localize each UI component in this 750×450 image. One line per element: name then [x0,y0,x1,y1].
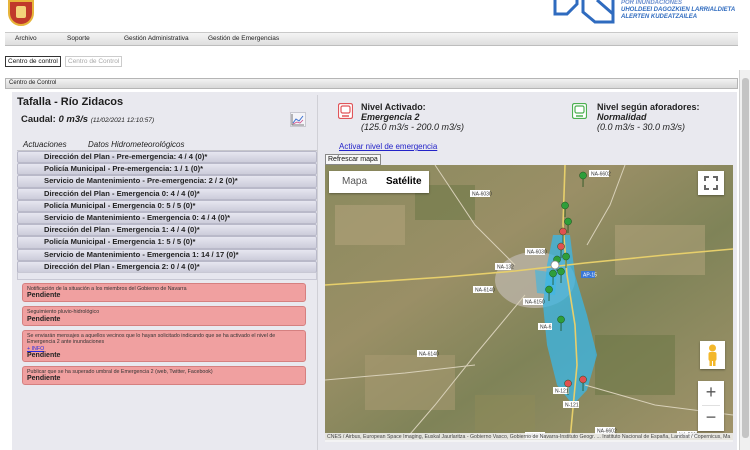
activar-nivel-link[interactable]: Activar nivel de emergencia [339,142,437,151]
zoom-out-button[interactable]: − [698,406,724,430]
nivel-aforadores-value: Normalidad [597,112,647,122]
nivel-activado-range: (125.0 m3/s - 200.0 m3/s) [361,122,465,132]
detail-tabs: Actuaciones Datos Hidrometeorológicos [17,137,317,151]
line-chart-icon[interactable] [290,112,306,127]
fullscreen-icon [704,176,718,190]
tab-actuaciones[interactable]: Actuaciones [23,140,67,149]
normal-level-icon [572,103,587,119]
street-view-pegman[interactable] [700,341,725,369]
list-item[interactable]: Policía Municipal - Emergencia 0: 5 / 5 … [17,199,317,212]
list-item[interactable]: Dirección del Plan - Emergencia 0: 4 / 4… [17,187,317,200]
menu-gestion-administrativa[interactable]: Gestión Administrativa [124,35,189,42]
nivel-activado-label: Nivel Activado: [361,102,426,112]
list-item[interactable]: Servicio de Mantenimiento - Pre-emergenc… [17,175,317,188]
list-item[interactable]: Dirección del Plan - Pre-emergencia: 4 /… [17,151,317,164]
list-item[interactable]: Dirección del Plan - Emergencia 1: 4 / 4… [17,224,317,237]
zoom-in-button[interactable]: + [698,381,724,405]
map-tab-satelite[interactable]: Satélite [386,176,422,187]
task-status: Pendiente [27,375,61,383]
flood-agency-logo [553,0,615,24]
task-card[interactable]: Seguimiento pluvio-hidrológico Pendiente [22,306,306,326]
svg-text:N-121: N-121 [555,389,569,395]
task-card[interactable]: Publicar que se ha superado umbral de Em… [22,366,306,386]
map-type-control: Mapa Satélite [329,171,429,193]
caudal-label: Caudal: [21,114,56,125]
list-item[interactable]: Servicio de Mantenimiento - Emergencia 0… [17,211,317,225]
svg-text:NA-6602: NA-6602 [591,172,611,178]
zoom-control: + − [698,381,724,431]
tab-centro-de-control-active[interactable]: Centro de control [5,56,61,67]
map-imagery: NA-6602 NA-6030 NA-6030 NA-132 AP-15 NA-… [325,165,733,440]
menu-bar: Archivo Soporte Gestión Administrativa G… [5,32,738,46]
navarra-crest-logo [8,0,34,26]
column-divider [317,95,318,450]
page-scrollbar[interactable] [739,70,750,450]
pending-tasks: Notificación de la situación a los miemb… [22,283,306,389]
svg-text:NA-132: NA-132 [497,265,514,271]
map-attribution: CNES / Airbus, European Space Imaging, E… [325,433,733,442]
pegman-icon [708,344,717,366]
nivel-aforadores: Nivel según aforadores: Normalidad (0.0 … [597,102,700,132]
tab-datos-hidrometeorologicos[interactable]: Datos Hidrometeorológicos [88,140,185,149]
nivel-activado: Nivel Activado: Emergencia 2 (125.0 m3/s… [361,102,464,132]
agency-name: POR INUNDACIONES UHOLDEEI DAGOZKIEN LARR… [621,0,736,20]
menu-gestion-emergencias[interactable]: Gestión de Emergencias [208,35,279,42]
svg-text:N-121: N-121 [565,403,579,409]
task-status: Pendiente [27,292,61,300]
emergency-level-icon [338,103,353,119]
nivel-activado-value: Emergencia 2 [361,112,420,122]
refresh-map-button[interactable]: Refrescar mapa [325,154,381,165]
satellite-map[interactable]: NA-6602 NA-6030 NA-6030 NA-132 AP-15 NA-… [325,165,733,440]
caudal-value: 0 m3/s [58,114,89,125]
nivel-aforadores-range: (0.0 m3/s - 30.0 m3/s) [597,122,686,132]
tab-centro-de-control-inactive[interactable]: Centro de Control [65,56,123,67]
svg-text:NA-6: NA-6 [540,325,552,331]
task-card[interactable]: Se enviarán mensajes a aquellos vecinos … [22,329,306,363]
nivel-aforadores-label: Nivel según aforadores: [597,102,700,112]
section-header: Centro de Control [5,78,738,89]
svg-text:NA-6030: NA-6030 [527,250,547,256]
task-description: Se enviarán mensajes a aquellos vecinos … [27,332,276,346]
task-card[interactable]: Notificación de la situación a los miemb… [22,283,306,303]
map-tab-mapa[interactable]: Mapa [342,176,367,187]
menu-soporte[interactable]: Soporte [67,35,90,42]
svg-text:NA-6140: NA-6140 [475,288,495,294]
list-item[interactable]: Policía Municipal - Emergencia 1: 5 / 5 … [17,236,317,249]
actuaciones-list: Dirección del Plan - Pre-emergencia: 4 /… [17,151,317,273]
top-banner: POR INUNDACIONES UHOLDEEI DAGOZKIEN LARR… [0,0,750,30]
menu-archivo[interactable]: Archivo [15,35,37,42]
fullscreen-button[interactable] [698,171,724,195]
svg-text:AP-15: AP-15 [583,273,597,279]
task-status: Pendiente [27,315,61,323]
list-separator [17,272,317,280]
svg-text:NA-6150: NA-6150 [525,300,545,306]
list-item[interactable]: Servicio de Mantenimiento - Emergencia 1… [17,248,317,261]
task-status: Pendiente [27,352,61,360]
scrollbar-thumb[interactable] [742,78,749,438]
station-title: Tafalla - Río Zidacos [17,96,124,108]
svg-text:NA-6140: NA-6140 [419,352,439,358]
svg-text:NA-6030: NA-6030 [472,192,492,198]
caudal-readout: Caudal: 0 m3/s (11/02/2021 12:10:57) [21,114,154,125]
caudal-timestamp: (11/02/2021 12:10:57) [90,117,155,124]
list-item[interactable]: Policía Municipal - Pre-emergencia: 1 / … [17,163,317,176]
